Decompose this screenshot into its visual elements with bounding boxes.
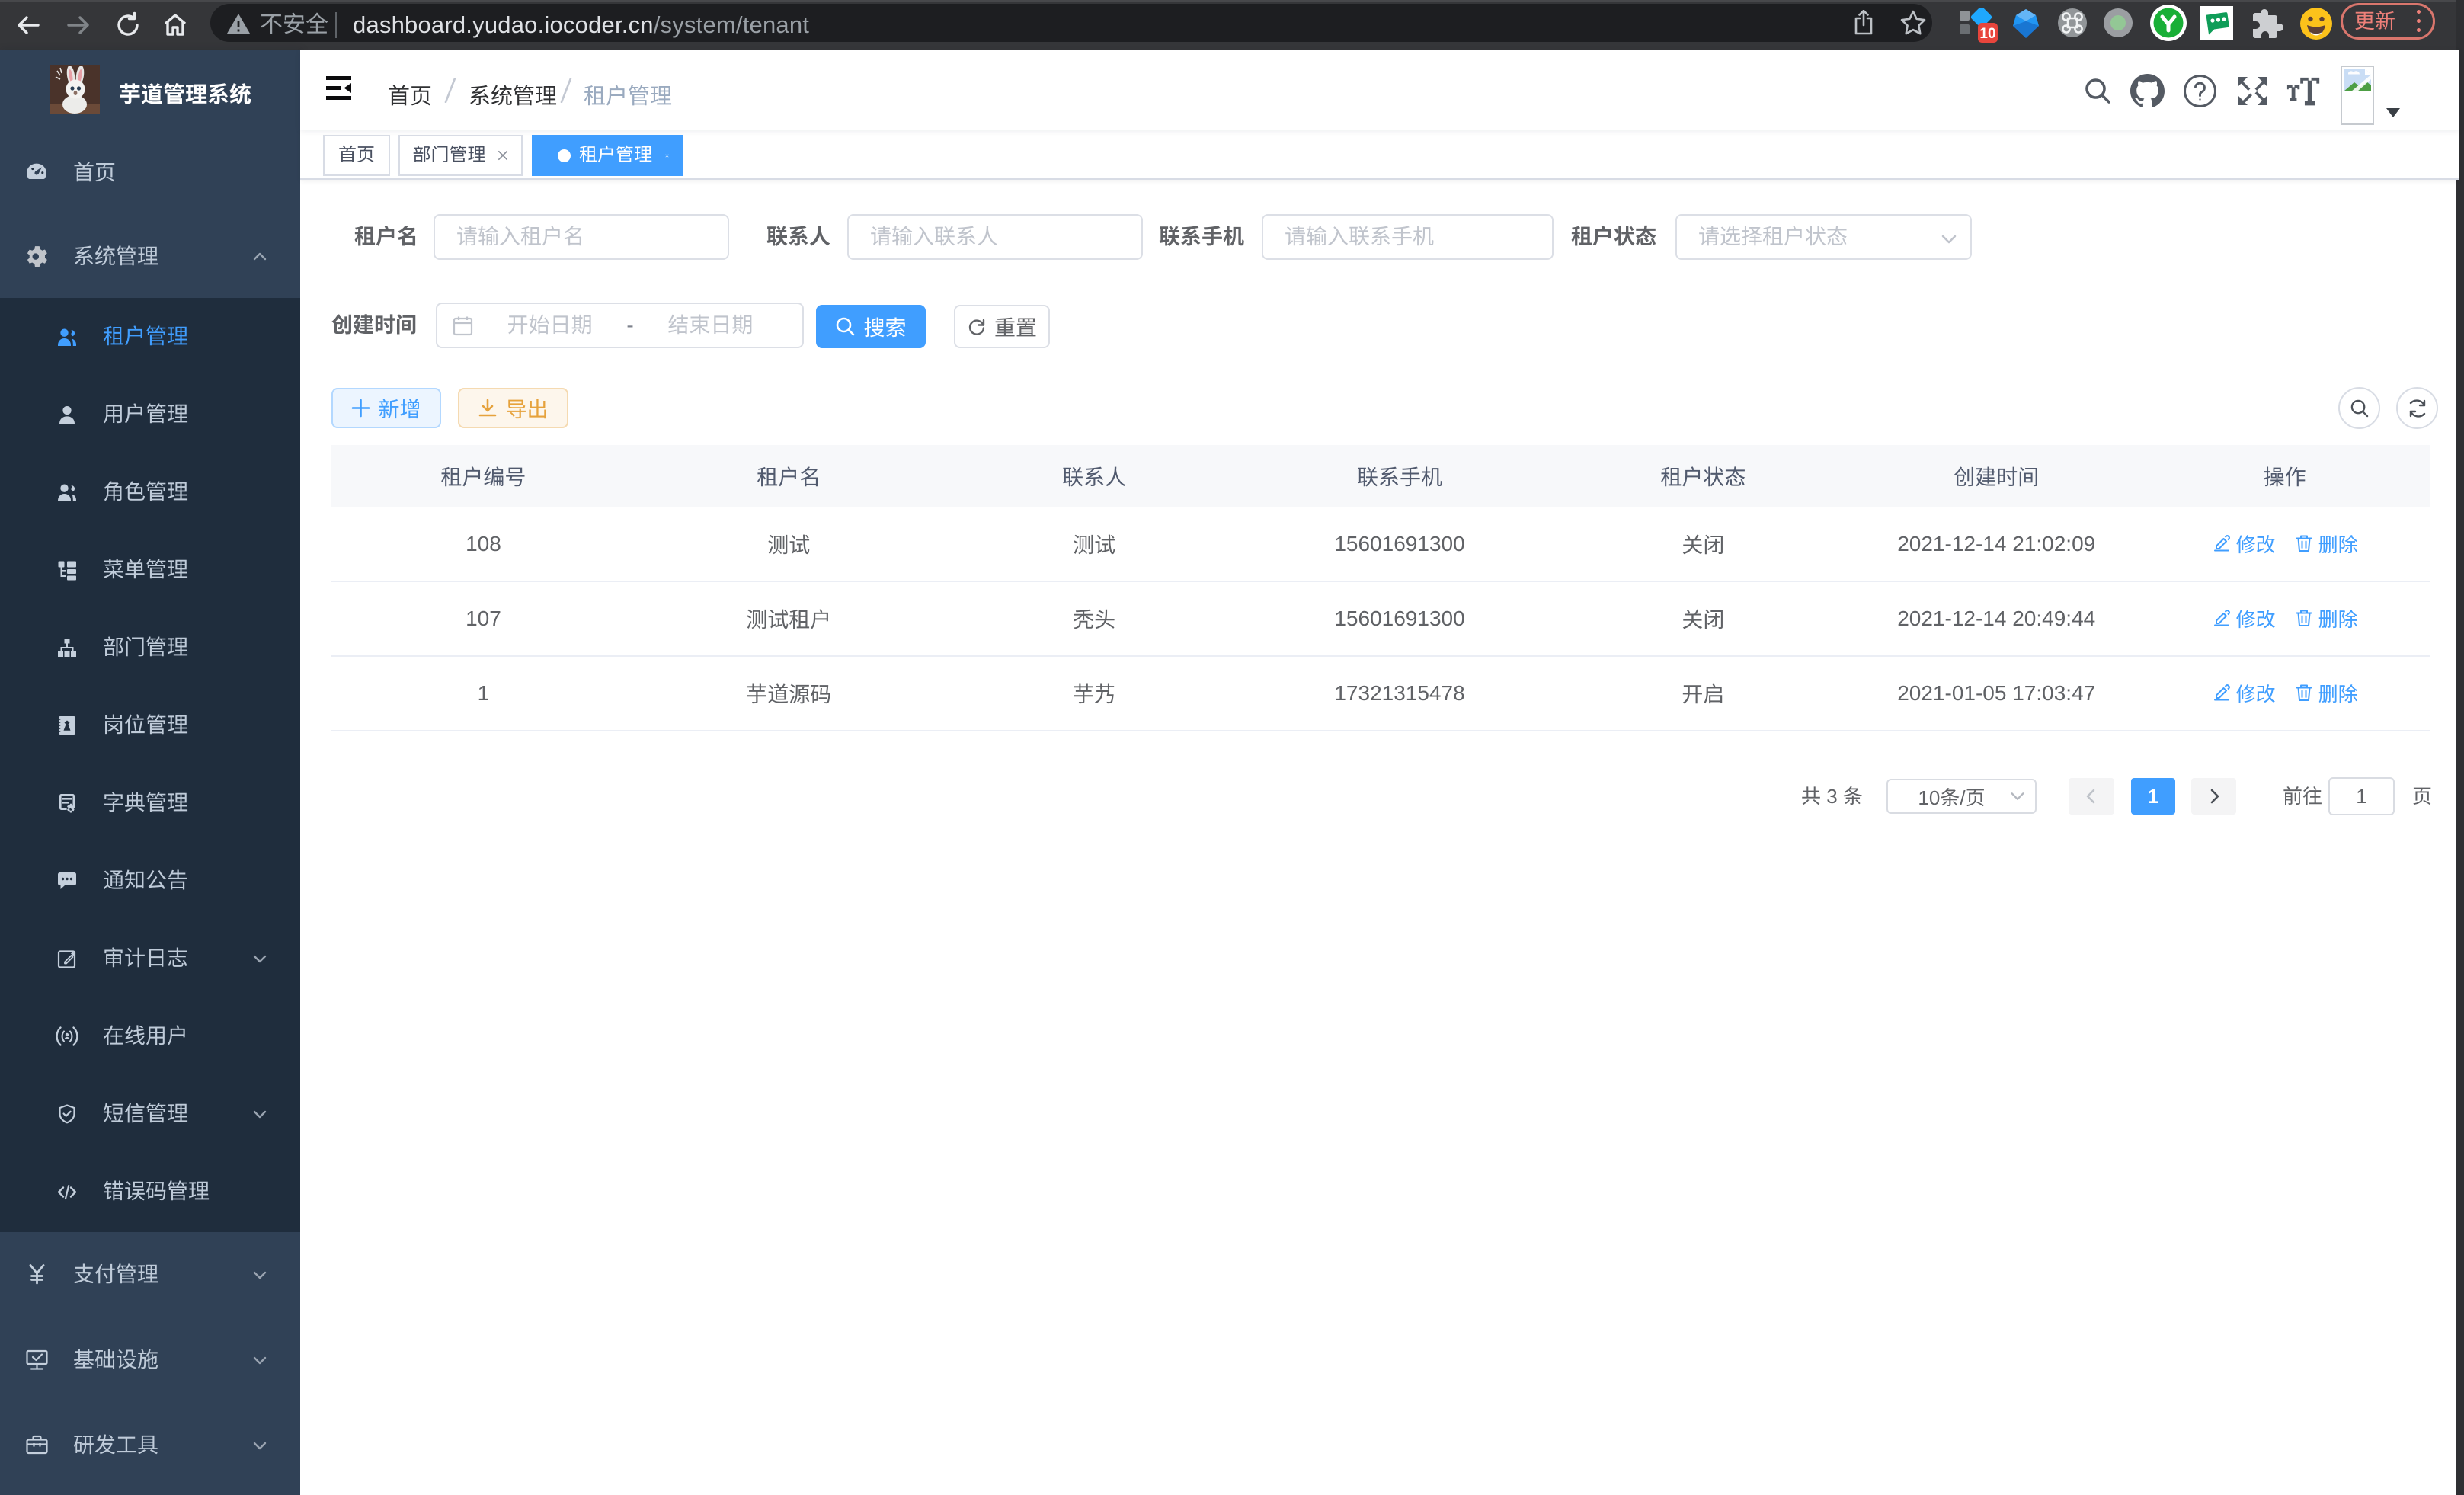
svg-text:10: 10 [1979,26,1995,42]
